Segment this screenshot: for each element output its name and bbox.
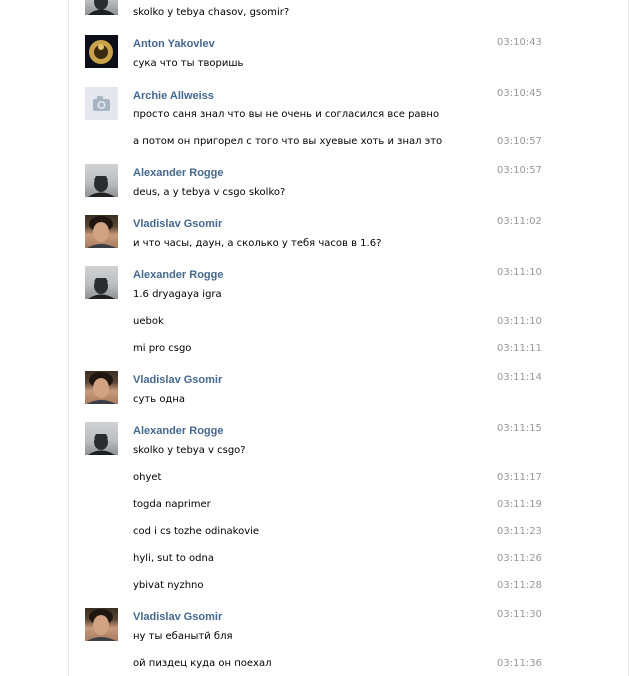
message-time[interactable]: 03:11:17 (497, 472, 542, 483)
sender-name[interactable]: Archie Allweiss (133, 90, 214, 102)
message-text: skolko y tebya v csgo? (133, 445, 246, 456)
sender-name[interactable]: Vladislav Gsomir (133, 218, 222, 230)
message-time[interactable]: 03:11:19 (497, 499, 542, 510)
message-time[interactable]: 03:11:23 (497, 526, 542, 537)
message-text: deus, a y tebya v csgo skolko? (133, 187, 286, 198)
message-text: cod i cs tozhe odinakovie (133, 526, 260, 537)
message-time[interactable]: 03:11:11 (497, 343, 542, 354)
alexander-avatar[interactable] (85, 164, 118, 197)
message-text: 1.6 dryagaya igra (133, 289, 222, 300)
sender-name[interactable]: Vladislav Gsomir (133, 374, 222, 386)
message-text: togda naprimer (133, 499, 211, 510)
chat-history-panel: skolko y tebya chasov, gsomir? Anton Yak… (68, 0, 629, 676)
message-time[interactable]: 03:11:10 (497, 267, 542, 278)
message-text: ой пиздец куда он поехал (133, 658, 272, 669)
message-text: ну ты ебанытй бля (133, 631, 233, 642)
message-time[interactable]: 03:11:15 (497, 423, 542, 434)
message-text: hyli, sut to odna (133, 553, 214, 564)
message-text: суть одна (133, 394, 186, 405)
message-text: uebok (133, 316, 164, 327)
anton-avatar[interactable] (85, 35, 118, 68)
message-time[interactable]: 03:11:10 (497, 316, 542, 327)
sender-name[interactable]: Alexander Rogge (133, 167, 223, 179)
sender-name[interactable]: Alexander Rogge (133, 425, 223, 437)
message-time[interactable]: 03:10:43 (497, 37, 542, 48)
message-time[interactable]: 03:10:45 (497, 88, 542, 99)
message-text: mi pro csgo (133, 343, 192, 354)
message-time[interactable]: 03:11:36 (497, 658, 542, 669)
message-time[interactable]: 03:11:26 (497, 553, 542, 564)
sender-name[interactable]: Vladislav Gsomir (133, 611, 222, 623)
camera-placeholder-icon[interactable] (85, 87, 118, 120)
alexander-avatar[interactable] (85, 422, 118, 455)
message-time[interactable]: 03:11:14 (497, 372, 542, 383)
message-text: а потом он пригорел с того что вы хуевые… (133, 136, 443, 147)
message-text: ohyet (133, 472, 162, 483)
sender-name[interactable]: Anton Yakovlev (133, 38, 215, 50)
vladislav-avatar[interactable] (85, 215, 118, 248)
message-text: skolko y tebya chasov, gsomir? (133, 7, 290, 18)
alexander-avatar[interactable] (85, 266, 118, 299)
message-time[interactable]: 03:11:30 (497, 609, 542, 620)
message-text: ybivat nyzhno (133, 580, 204, 591)
message-time[interactable]: 03:11:02 (497, 216, 542, 227)
message-time[interactable]: 03:10:57 (497, 136, 542, 147)
message-time[interactable]: 03:10:57 (497, 165, 542, 176)
sender-name[interactable]: Alexander Rogge (133, 269, 223, 281)
vladislav-avatar[interactable] (85, 371, 118, 404)
message-time[interactable]: 03:11:28 (497, 580, 542, 591)
alexander-avatar[interactable] (85, 0, 118, 15)
message-text: и что часы, даун, а сколько у тебя часов… (133, 238, 382, 249)
vladislav-avatar[interactable] (85, 608, 118, 641)
message-text: просто саня знал что вы не очень и согла… (133, 109, 440, 120)
message-text: сука что ты творишь (133, 58, 244, 69)
